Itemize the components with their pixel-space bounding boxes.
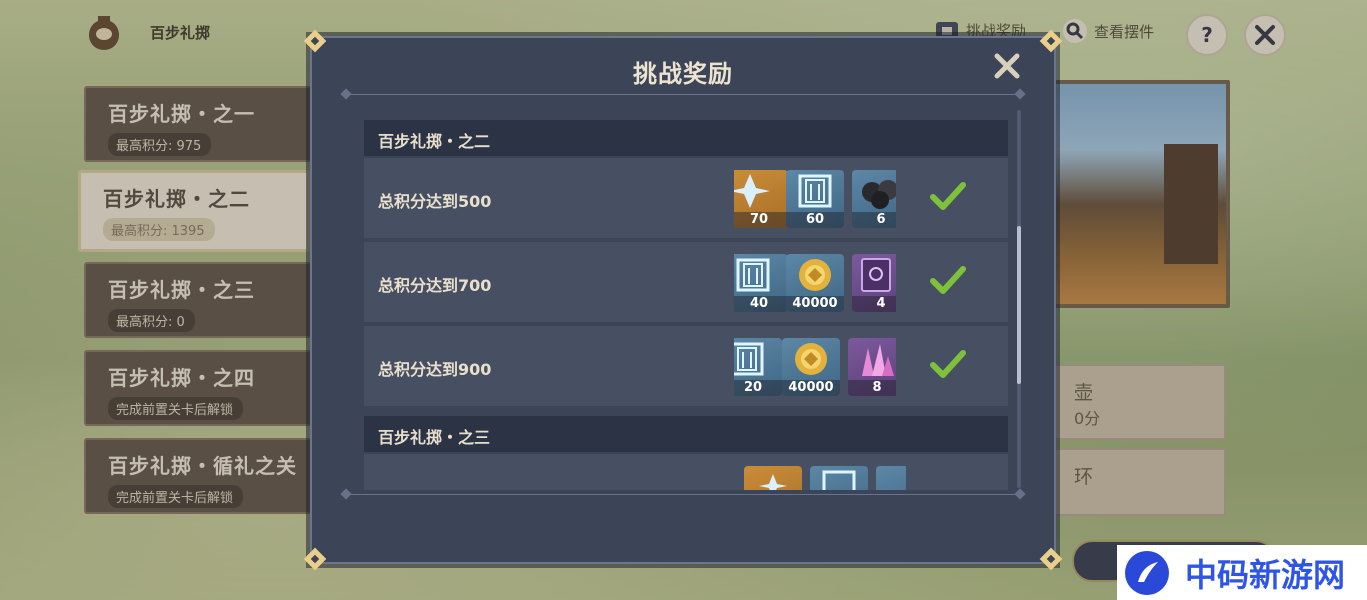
site-watermark: 中码新游网 bbox=[1117, 545, 1367, 600]
reward-items bbox=[744, 466, 906, 490]
hero-wit-book-icon[interactable]: 20 bbox=[734, 338, 782, 396]
corner-ornament-icon bbox=[304, 30, 326, 52]
primogem-icon[interactable]: 70 bbox=[734, 170, 788, 228]
completed-check-icon bbox=[930, 266, 966, 294]
corner-ornament-icon bbox=[1040, 548, 1062, 570]
hero-wit-book-icon[interactable]: 60 bbox=[786, 170, 844, 228]
iron-ball-icon[interactable] bbox=[876, 466, 906, 490]
reward-items: 70 60 6 bbox=[734, 170, 896, 228]
watermark-logo-icon bbox=[1125, 550, 1169, 595]
completed-check-icon bbox=[930, 182, 966, 210]
watermark-text: 中码新游网 bbox=[1185, 555, 1346, 594]
mora-coin-icon[interactable]: 40000 bbox=[786, 254, 844, 312]
reward-task-row: 总积分达到900 20 40000 8 bbox=[364, 326, 1008, 406]
crystal-icon[interactable]: 8 bbox=[848, 338, 896, 396]
completed-check-icon bbox=[930, 350, 966, 378]
mora-coin-icon[interactable]: 40000 bbox=[782, 338, 840, 396]
group-heading: 百步礼掷・之三 bbox=[364, 416, 1008, 452]
task-goal: 总积分达到700 bbox=[378, 276, 492, 295]
reward-items: 40 40000 4 bbox=[734, 254, 896, 312]
corner-ornament-icon bbox=[304, 548, 326, 570]
reward-items: 20 40000 8 bbox=[734, 338, 896, 396]
group-heading: 百步礼掷・之二 bbox=[364, 120, 1008, 156]
rewards-list[interactable]: 百步礼掷・之二 总积分达到500 70 60 6 总积分达到700 40 400… bbox=[364, 110, 1008, 490]
scroll-thumb[interactable] bbox=[1017, 226, 1021, 384]
reward-task-row: 总积分达到700 40 40000 4 bbox=[364, 242, 1008, 322]
purple-book-icon[interactable]: 4 bbox=[852, 254, 896, 312]
reward-task-row bbox=[364, 454, 1008, 490]
corner-ornament-icon bbox=[1040, 30, 1062, 52]
list-scrollbar[interactable] bbox=[1017, 110, 1021, 488]
dialog-title: 挑战奖励 bbox=[633, 60, 733, 88]
iron-ball-icon[interactable]: 6 bbox=[852, 170, 896, 228]
hero-wit-book-icon[interactable] bbox=[810, 466, 868, 490]
bottom-divider bbox=[346, 494, 1020, 495]
primogem-icon[interactable] bbox=[744, 466, 802, 490]
challenge-rewards-dialog: 挑战奖励 百步礼掷・之二 总积分达到500 70 60 6 总积分达到700 4… bbox=[310, 36, 1056, 564]
top-divider bbox=[346, 94, 1020, 95]
hero-wit-book-icon[interactable]: 40 bbox=[734, 254, 788, 312]
close-icon bbox=[994, 53, 1020, 79]
task-goal: 总积分达到500 bbox=[378, 192, 492, 211]
task-goal: 总积分达到900 bbox=[378, 360, 492, 379]
dialog-close-button[interactable] bbox=[990, 52, 1024, 86]
reward-task-row: 总积分达到500 70 60 6 bbox=[364, 158, 1008, 238]
